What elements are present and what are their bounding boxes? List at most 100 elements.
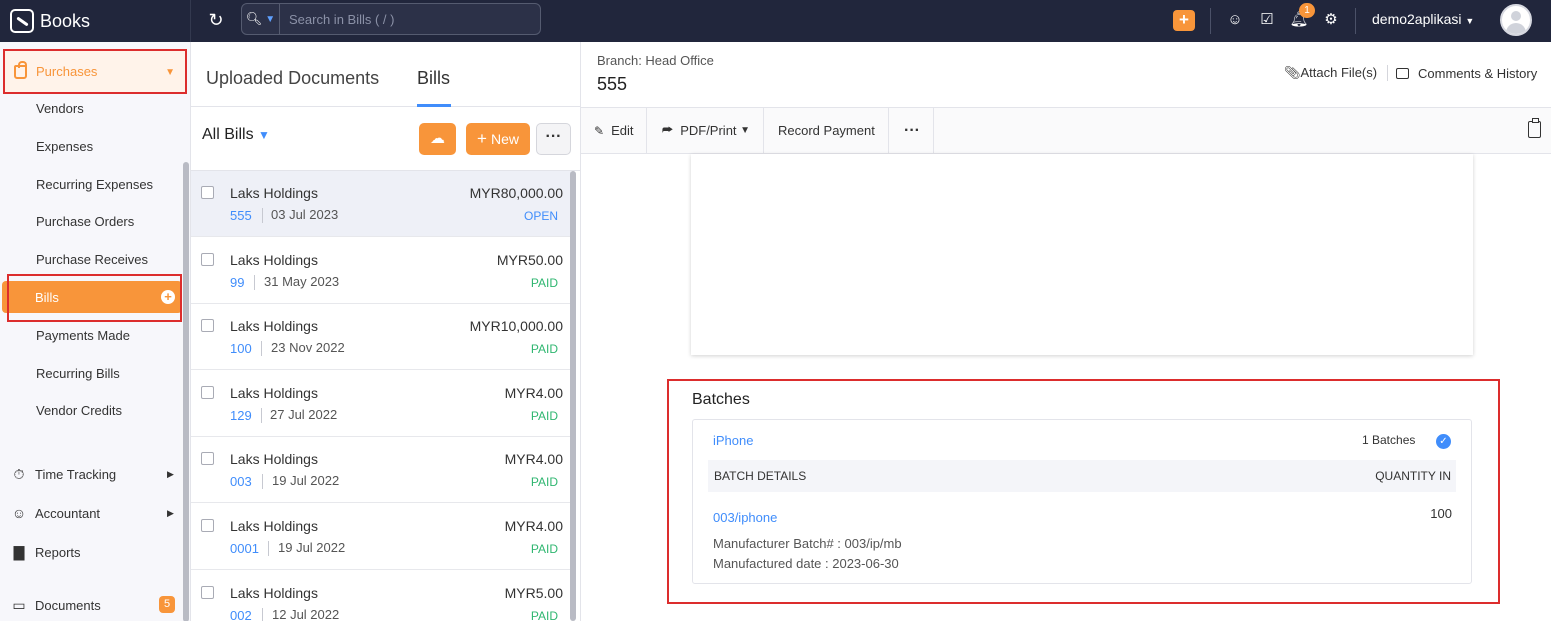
bill-amount: MYR4.00 (504, 451, 563, 467)
stopwatch-icon: ⏱︎ (13, 466, 25, 482)
bill-number[interactable]: 0001 (230, 541, 259, 556)
row-checkbox[interactable] (201, 586, 214, 599)
sidebar-item-time-tracking[interactable]: ⏱︎ Time Tracking ▶ (10, 466, 174, 483)
upload-button[interactable]: ☁ (419, 123, 456, 155)
sidebar-item-label: Purchases (36, 64, 98, 79)
sidebar-item-recurring-bills[interactable]: Recurring Bills (36, 366, 120, 381)
list-item[interactable]: Laks Holdings MYR5.00 002 12 Jul 2022 PA… (191, 571, 571, 621)
status-badge: PAID (530, 542, 558, 556)
bill-number[interactable]: 555 (230, 208, 252, 223)
org-switcher[interactable]: demo2aplikasi ▼ (1372, 11, 1474, 27)
search-input[interactable] (280, 11, 530, 27)
row-checkbox[interactable] (201, 319, 214, 332)
check-circle-icon[interactable]: ✓ (1436, 434, 1451, 449)
quick-create-button[interactable]: + (1173, 10, 1195, 31)
new-bill-button[interactable]: + New (466, 123, 530, 155)
comments-history-button[interactable]: Comments & History (1396, 66, 1537, 81)
sidebar-item-expenses[interactable]: Expenses (36, 139, 93, 154)
list-header: All Bills ▼ ☁ + New ··· (191, 107, 581, 171)
row-checkbox[interactable] (201, 452, 214, 465)
sidebar-scrollbar[interactable] (183, 162, 189, 621)
vendor-name: Laks Holdings (230, 451, 318, 467)
record-payment-button[interactable]: Record Payment (765, 108, 889, 153)
edit-button[interactable]: ✎ Edit (581, 108, 648, 153)
status-badge: PAID (530, 342, 558, 356)
caret-down-icon: ▼ (165, 67, 175, 78)
bill-number[interactable]: 003 (230, 474, 252, 489)
pencil-icon: ✎ (594, 123, 605, 138)
search-icon[interactable]: 🔍︎ ▼ (242, 4, 280, 34)
row-checkbox[interactable] (201, 186, 214, 199)
add-bill-icon[interactable]: + (161, 290, 175, 304)
vendor-name: Laks Holdings (230, 518, 318, 534)
recent-history-icon[interactable]: ↻ (205, 9, 227, 31)
documents-count-badge: 5 (159, 596, 175, 613)
list-item[interactable]: Laks Holdings MYR80,000.00 555 03 Jul 20… (191, 171, 571, 237)
sidebar-item-purchases[interactable]: Purchases ▼ (3, 49, 187, 94)
detail-toolbar: ✎ Edit ⮫ PDF/Print ▼ Record Payment ··· (581, 107, 1551, 154)
sidebar-item-purchase-receives[interactable]: Purchase Receives (36, 252, 148, 267)
more-options-button[interactable]: ··· (536, 123, 571, 155)
status-badge: PAID (530, 276, 558, 290)
bill-number[interactable]: 100 (230, 341, 252, 356)
sidebar-item-recurring-expenses[interactable]: Recurring Expenses (36, 177, 153, 192)
chevron-down-icon: ▼ (1465, 16, 1475, 26)
row-checkbox[interactable] (201, 386, 214, 399)
folder-icon: ▭ (12, 597, 26, 613)
bill-number[interactable]: 129 (230, 408, 252, 423)
view-label: All Bills (202, 126, 254, 143)
bill-amount: MYR50.00 (496, 252, 563, 268)
sidebar-item-payments-made[interactable]: Payments Made (36, 328, 130, 343)
sidebar: Purchases ▼ Vendors Expenses Recurring E… (0, 42, 191, 621)
view-selector[interactable]: All Bills ▼ (202, 126, 270, 144)
status-badge: PAID (530, 409, 558, 423)
row-checkbox[interactable] (201, 253, 214, 266)
row-checkbox[interactable] (201, 519, 214, 532)
sidebar-item-bills[interactable]: Bills + (0, 274, 183, 322)
sidebar-item-accountant[interactable]: ☺ Accountant ▶ (10, 505, 174, 521)
batch-number-link[interactable]: 003/iphone (713, 510, 777, 525)
bill-number[interactable]: 002 (230, 608, 252, 621)
org-name: demo2aplikasi (1372, 11, 1462, 27)
sidebar-item-documents[interactable]: ▭ Documents (10, 597, 100, 614)
users-icon[interactable]: ☺ (1225, 10, 1245, 30)
bar-chart-icon: ▇ (13, 544, 25, 560)
sidebar-item-label: Bills (35, 290, 59, 305)
list-item[interactable]: Laks Holdings MYR4.00 129 27 Jul 2022 PA… (191, 371, 571, 437)
edit-label: Edit (611, 123, 634, 138)
gear-icon[interactable]: ⚙ (1321, 10, 1341, 30)
notification-badge: 1 (1299, 3, 1315, 18)
status-badge: OPEN (523, 209, 558, 223)
new-button-label: New (490, 131, 519, 147)
task-check-icon[interactable]: ☑ (1257, 10, 1277, 30)
bill-number[interactable]: 99 (230, 275, 244, 290)
sidebar-item-vendors[interactable]: Vendors (36, 101, 84, 116)
sidebar-item-vendor-credits[interactable]: Vendor Credits (36, 403, 122, 418)
tab-uploaded-documents[interactable]: Uploaded Documents (206, 68, 379, 89)
list-item[interactable]: Laks Holdings MYR10,000.00 100 23 Nov 20… (191, 304, 571, 370)
sidebar-item-reports[interactable]: ▇ Reports (10, 544, 81, 561)
list-scrollbar[interactable] (570, 171, 576, 621)
pdf-label: PDF/Print (680, 123, 737, 138)
batch-count: 1 Batches (1362, 433, 1416, 447)
avatar[interactable] (1500, 4, 1532, 36)
pdf-print-button[interactable]: ⮫ PDF/Print ▼ (649, 108, 765, 153)
page-title: 555 (597, 74, 628, 94)
sidebar-item-label: Reports (35, 545, 81, 560)
tab-bills[interactable]: Bills (417, 68, 450, 89)
bills-list: Laks Holdings MYR80,000.00 555 03 Jul 20… (191, 171, 581, 621)
sidebar-item-purchase-orders[interactable]: Purchase Orders (36, 214, 134, 229)
list-item[interactable]: Laks Holdings MYR4.00 0001 19 Jul 2022 P… (191, 504, 571, 570)
batch-card: iPhone 1 Batches ✓ BATCH DETAILS QUANTIT… (692, 419, 1472, 584)
more-actions-button[interactable]: ··· (891, 108, 934, 153)
clipboard-check-icon[interactable] (1528, 118, 1541, 138)
bill-date: 19 Jul 2022 (278, 540, 346, 555)
bill-date: 31 May 2023 (264, 274, 340, 289)
app-brand[interactable]: Books (0, 0, 191, 42)
list-item[interactable]: Laks Holdings MYR4.00 003 19 Jul 2022 PA… (191, 437, 571, 503)
divider (262, 608, 263, 621)
list-item[interactable]: Laks Holdings MYR50.00 99 31 May 2023 PA… (191, 238, 571, 304)
attach-files-button[interactable]: 📎︎Attach File(s) (1284, 65, 1377, 81)
bill-date: 03 Jul 2023 (271, 207, 339, 222)
item-link[interactable]: iPhone (713, 433, 753, 448)
